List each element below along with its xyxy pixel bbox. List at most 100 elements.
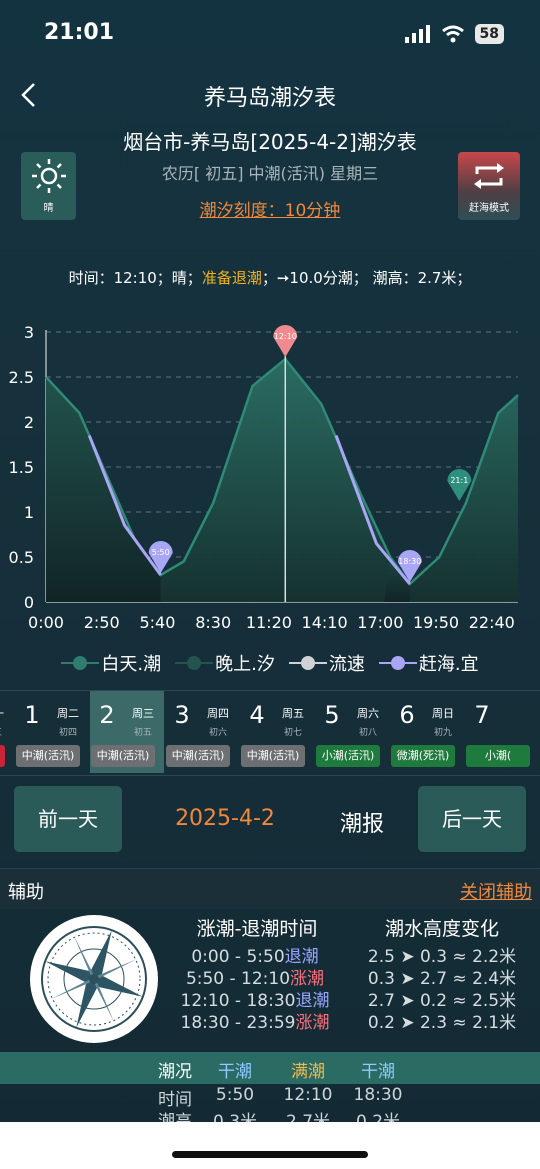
- tide-report-link[interactable]: 潮报: [322, 806, 402, 838]
- tide-level-badge: 中潮(活汛): [241, 745, 305, 767]
- prev-day-button[interactable]: 前一天: [14, 786, 122, 852]
- battery-indicator: 58: [474, 24, 504, 44]
- status-time: 21:01: [44, 20, 115, 45]
- page-subtitle: 烟台市-养马岛[2025-4-2]潮汐表: [123, 130, 417, 154]
- day-weekday: 周六: [357, 707, 379, 720]
- day-weekday: 周三: [132, 707, 154, 720]
- tide-times-title: 涨潮-退潮时间: [196, 918, 318, 940]
- legend-item[interactable]: 白天.潮: [61, 650, 161, 676]
- legend-item[interactable]: 流速: [288, 650, 365, 676]
- legend-label: 白天.潮: [101, 654, 162, 675]
- table-time-cell: 5:50: [215, 1085, 255, 1105]
- chart-legend: 白天.潮 晚上.汐 流速 赶海.宜: [0, 650, 540, 676]
- day-lunar: 初三: [0, 725, 12, 738]
- tide-table-header: 潮况 干潮 满潮 干潮: [0, 1052, 540, 1084]
- info-prefix: 时间：12:10；晴；: [68, 269, 202, 287]
- signal-icon: [404, 25, 430, 43]
- bottom-safe-area: [0, 1122, 540, 1169]
- info-suffix: ；➙10.0分潮； 潮高：2.7米；: [261, 269, 472, 287]
- x-tick-label: 17:00: [357, 613, 403, 632]
- day-weekday: 周二: [57, 707, 79, 720]
- x-tick-label: 11:20: [246, 613, 292, 632]
- table-time-cell: 18:30: [353, 1085, 403, 1105]
- tide-state: 涨潮: [295, 1013, 330, 1033]
- legend-item[interactable]: 赶海.宜: [378, 650, 479, 676]
- assist-label: 辅助: [8, 882, 44, 903]
- legend-label: 赶海.宜: [418, 654, 479, 675]
- mode-button[interactable]: 赶海模式: [458, 152, 520, 220]
- day-number: 1: [24, 701, 40, 729]
- day-item[interactable]: 4 周五 初七 中潮(活汛): [240, 691, 314, 773]
- legend-swatch-icon: [378, 656, 417, 670]
- tide-level-badge: 中潮(活汛): [16, 745, 80, 767]
- x-tick-label: 22:40: [469, 613, 515, 632]
- current-date[interactable]: 2025-4-2: [150, 806, 300, 831]
- assist-bar: 辅助 关闭辅助: [0, 868, 540, 909]
- day-weekday: 周一: [0, 705, 12, 721]
- close-assist-link[interactable]: 关闭辅助: [460, 878, 532, 904]
- status-icons: 58: [404, 24, 504, 44]
- home-indicator: [172, 1151, 368, 1158]
- day-lunar: 初六: [208, 728, 227, 738]
- day-item[interactable]: 7 小潮(: [465, 691, 539, 773]
- y-tick-label: 2: [24, 413, 34, 432]
- next-day-button[interactable]: 后一天: [418, 786, 526, 852]
- day-lunar: 初五: [133, 728, 152, 738]
- legend-label: 流速: [328, 654, 365, 675]
- table-header-cell: 干潮: [361, 1062, 395, 1082]
- day-selector[interactable]: 31周一初三中潮(活汛)1周二初四中潮(活汛)2周三初五中潮(活汛)3周四初六中…: [0, 690, 540, 776]
- legend-item[interactable]: 晚上.汐: [175, 650, 275, 676]
- table-time-cell: 12:10: [283, 1085, 333, 1105]
- y-tick-label: 0.5: [9, 548, 34, 567]
- x-tick-label: 14:10: [302, 613, 348, 632]
- y-tick-label: 0: [24, 593, 34, 612]
- x-tick-label: 19:50: [413, 613, 459, 632]
- day-lunar: 初八: [358, 728, 377, 738]
- day-item[interactable]: 31周一初三中潮(活汛): [0, 691, 14, 773]
- legend-label: 晚上.汐: [215, 654, 275, 675]
- current-tide-info: 时间：12:10；晴；准备退潮；➙10.0分潮； 潮高：2.7米；: [0, 267, 540, 288]
- day-lunar: 初四: [58, 728, 77, 738]
- marker-label: 5:50: [152, 548, 170, 557]
- day-item[interactable]: 6 周日 初九 微潮(死汛): [390, 691, 464, 773]
- day-lunar: 初七: [283, 728, 302, 738]
- compass-icon: [30, 915, 158, 1043]
- y-tick-label: 1: [24, 503, 34, 522]
- time-range: 18:30 - 23:59: [180, 1013, 296, 1033]
- wifi-icon: [441, 25, 464, 43]
- day-lunar: 初九: [433, 728, 452, 738]
- day-item[interactable]: 3 周四 初六 中潮(活汛): [165, 691, 239, 773]
- repeat-icon: [474, 163, 504, 189]
- tide-level-badge: 中潮(活汛): [166, 745, 230, 767]
- weather-button[interactable]: 晴: [21, 152, 76, 220]
- y-tick-label: 1.5: [9, 458, 34, 477]
- sun-icon: [31, 159, 66, 193]
- tide-time-row: 18:30 - 23:59涨潮: [170, 1008, 340, 1033]
- marker-label: 21:1: [450, 476, 468, 485]
- day-item[interactable]: 2 周三初五中潮(活汛): [90, 691, 164, 773]
- marker-label: 12:10: [274, 332, 297, 341]
- day-number: 7: [474, 701, 490, 729]
- day-weekday: 周日: [432, 707, 454, 720]
- info-status: 准备退潮: [201, 269, 262, 287]
- tide-level-badge: 小潮(活汛): [316, 745, 380, 767]
- day-number: 6: [399, 701, 415, 729]
- tide-marker[interactable]: 12:10: [273, 325, 298, 357]
- tide-height-row: 0.2 ➤ 2.3 ≈ 2.1米: [367, 1013, 517, 1033]
- legend-swatch-icon: [61, 656, 100, 670]
- day-item[interactable]: 1 周二初四中潮(活汛): [15, 691, 89, 773]
- mode-label: 赶海模式: [469, 203, 509, 214]
- table-header-cell: 满潮: [291, 1062, 325, 1082]
- x-tick-label: 0:00: [28, 613, 64, 632]
- day-number: 2: [99, 701, 115, 729]
- tide-chart[interactable]: 0 0.5 1 1.5 2 2.5 3 5:50 12:10 18:30 21:1 0:00 2:50 5…: [0, 310, 540, 640]
- day-number: 3: [174, 701, 190, 729]
- tide-height-title: 潮水高度变化: [384, 918, 499, 940]
- tide-level-badge: 中潮(活汛): [91, 745, 155, 767]
- day-item[interactable]: 5 周六初八小潮(活汛): [315, 691, 389, 773]
- y-tick-label: 3: [24, 323, 34, 342]
- day-number: 5: [324, 701, 340, 729]
- tide-level-badge: 中潮(活汛): [0, 745, 5, 767]
- x-tick-label: 2:50: [84, 613, 120, 632]
- table-header-cell: 干潮: [218, 1062, 252, 1082]
